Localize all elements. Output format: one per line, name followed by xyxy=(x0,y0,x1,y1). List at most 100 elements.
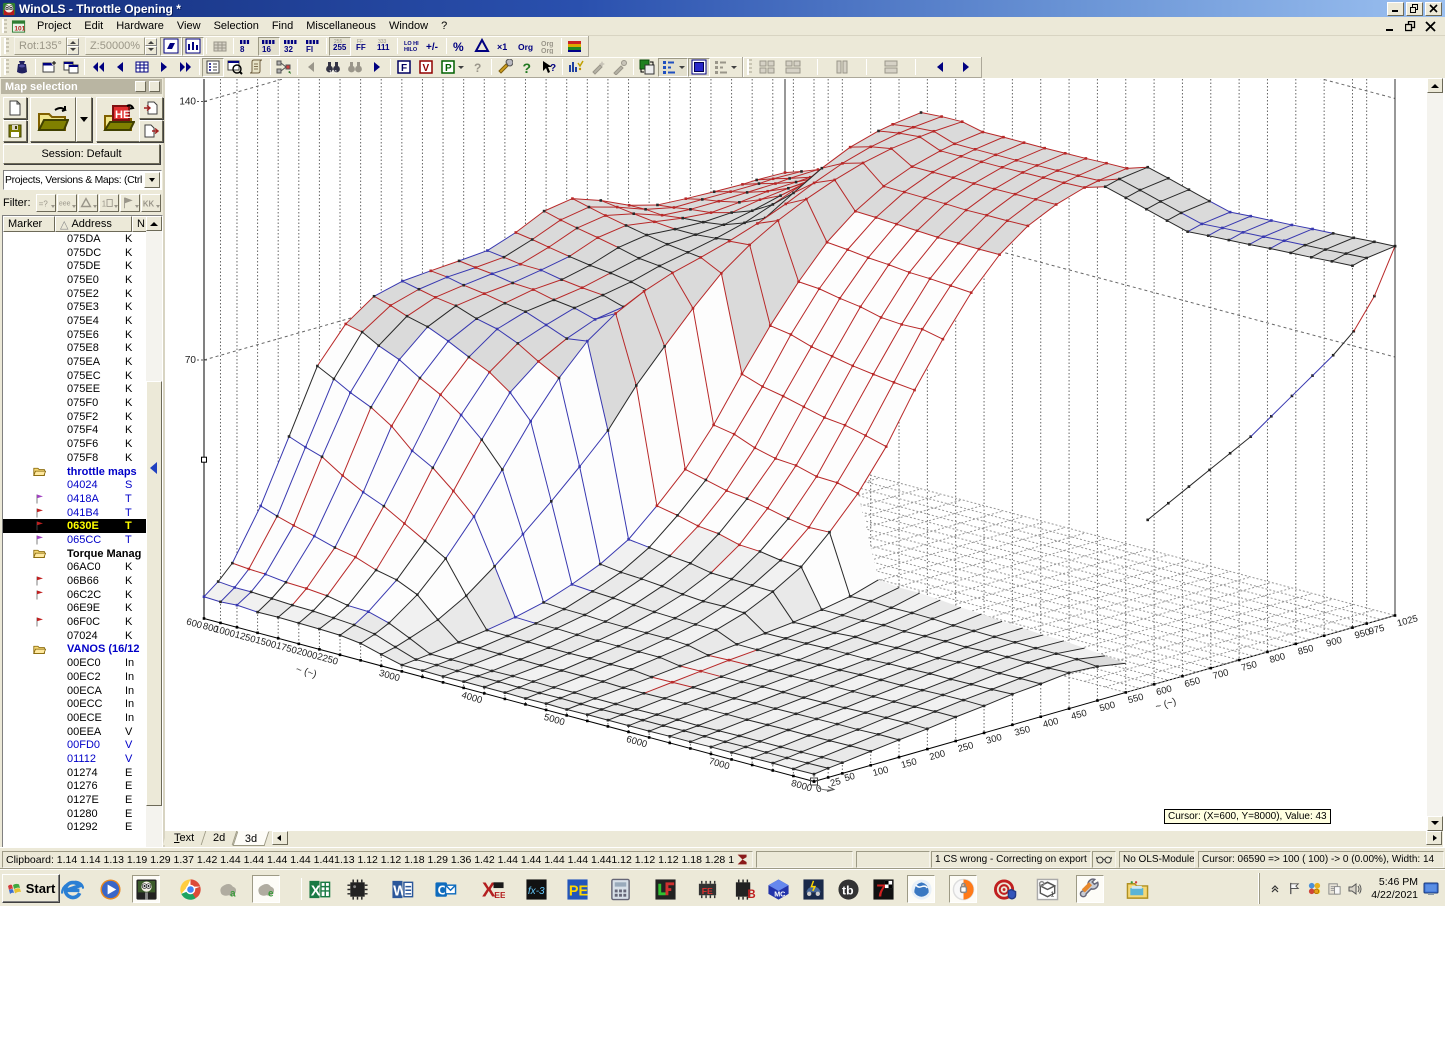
maps-combo[interactable]: Projects, Versions & Maps: (Ctrl xyxy=(3,170,162,190)
next-diff-button[interactable] xyxy=(955,58,977,77)
script-button[interactable] xyxy=(246,58,268,77)
map-list-row[interactable]: 075F2 K xyxy=(3,410,148,424)
mdi-close-button[interactable] xyxy=(1423,20,1437,33)
filter-flag-button[interactable] xyxy=(120,194,140,212)
project-button[interactable]: P xyxy=(437,58,467,77)
filter-delta-button[interactable] xyxy=(78,194,98,212)
show-desktop-icon[interactable] xyxy=(1423,880,1441,898)
map-list-row[interactable]: 075EA K xyxy=(3,355,148,369)
map-list-row[interactable]: 075F8 K xyxy=(3,451,148,465)
panel-close-button[interactable] xyxy=(149,81,160,92)
overlay-button[interactable] xyxy=(710,58,740,77)
map-list-row[interactable]: 065CC T xyxy=(3,533,148,547)
toolbar-grip[interactable] xyxy=(4,59,9,75)
windows-button[interactable] xyxy=(60,58,82,77)
map-list-row[interactable]: 01274 E xyxy=(3,766,148,780)
taskbar-icon-excel[interactable]: X xyxy=(307,877,331,901)
tray-caret-up-icon[interactable] xyxy=(1266,880,1283,897)
split-h-button[interactable] xyxy=(756,58,778,77)
menu-?[interactable]: ? xyxy=(435,18,454,35)
list-scroll-up[interactable] xyxy=(146,216,162,231)
signed-button[interactable]: +/- xyxy=(422,37,444,56)
taskbar-icon-evc-a1[interactable]: a xyxy=(216,877,240,901)
menubar-grip[interactable] xyxy=(2,18,7,34)
first-map-button[interactable] xyxy=(87,58,109,77)
map-list-row[interactable]: 075F0 K xyxy=(3,396,148,410)
grid-button[interactable] xyxy=(209,37,231,56)
map-list-row[interactable]: 075EC K xyxy=(3,369,148,383)
3d-view-button[interactable] xyxy=(688,57,710,77)
hex-button[interactable]: FF FF xyxy=(351,37,373,56)
hexdump-button[interactable] xyxy=(11,58,33,77)
map-list-row[interactable]: 075F4 K xyxy=(3,424,148,438)
8bit-button[interactable]: 8 xyxy=(236,37,258,56)
map-list-row[interactable]: 00FD0 V xyxy=(3,738,148,752)
delta-button[interactable] xyxy=(471,37,493,56)
16bit-button[interactable]: 16 xyxy=(258,36,281,56)
forward-button[interactable] xyxy=(366,58,388,77)
map-list-row[interactable]: 01292 E xyxy=(3,821,148,835)
wizard2-button[interactable] xyxy=(609,58,631,77)
map-list-row[interactable]: 06C2C K xyxy=(3,588,148,602)
taskbar-icon-seven[interactable]: 7 xyxy=(871,877,895,901)
mdi-minimize-button[interactable] xyxy=(1383,20,1397,33)
map-list-row[interactable]: 01112 V xyxy=(3,752,148,766)
taskbar-icon-smc[interactable]: MC xyxy=(766,877,790,901)
taskbar-icon-outlook[interactable]: O xyxy=(433,877,457,901)
spin-up-button[interactable] xyxy=(145,37,158,46)
map-list-row[interactable]: 075E0 K xyxy=(3,273,148,287)
lohi-button[interactable]: LO HI HILO xyxy=(400,37,422,56)
map-list-row[interactable]: 00ECE In xyxy=(3,711,148,725)
plot-scroll-down[interactable] xyxy=(1427,816,1443,831)
org-button[interactable]: Org xyxy=(515,37,537,56)
taskbar-icon-pe[interactable]: PE xyxy=(565,877,589,901)
taskbar-icon-gdata[interactable] xyxy=(993,877,1017,901)
binary-button[interactable]: 111 333 xyxy=(373,37,395,56)
taskbar-icon-chip-b[interactable]: B xyxy=(732,877,756,901)
tray-speaker-icon[interactable] xyxy=(1346,880,1363,897)
taskbar-icon-fx3[interactable]: fx-3 xyxy=(524,877,548,901)
map-list-row[interactable]: 00ECC In xyxy=(3,697,148,711)
open-dropdown-button[interactable] xyxy=(76,97,92,142)
filter-kk-button[interactable]: KK xyxy=(141,194,161,212)
help-gray-button[interactable]: ? xyxy=(467,58,489,77)
swap-button[interactable] xyxy=(636,58,658,77)
map-list-row[interactable]: 075E4 K xyxy=(3,314,148,328)
map-list-row[interactable]: 06E9E K xyxy=(3,602,148,616)
spin-down-button[interactable] xyxy=(145,46,158,55)
menu-view[interactable]: View xyxy=(171,18,208,35)
menu-edit[interactable]: Edit xyxy=(78,18,110,35)
2d-view-button[interactable] xyxy=(658,57,688,77)
new-window-button[interactable] xyxy=(38,58,60,77)
taskbar-icon-media-player[interactable] xyxy=(98,877,122,901)
zoom-spinner-arrows[interactable] xyxy=(145,37,158,55)
taskbar-icon-xee[interactable]: X EE xyxy=(481,877,505,901)
taskbar-icon-ie[interactable] xyxy=(60,877,84,901)
save-button[interactable] xyxy=(3,120,27,142)
taskbar-icon-folder-fax[interactable] xyxy=(1125,877,1149,901)
map-list-row[interactable]: 01276 E xyxy=(3,780,148,794)
split-v-button[interactable] xyxy=(831,58,853,77)
tray-notes-icon[interactable] xyxy=(1326,880,1343,897)
split-4-button[interactable] xyxy=(782,58,804,77)
map-list-row[interactable]: 075DE K xyxy=(3,259,148,273)
close-button[interactable] xyxy=(1425,1,1442,16)
tab-scroll-left[interactable] xyxy=(271,831,288,845)
taskbar-icon-calculator[interactable] xyxy=(608,877,632,901)
column-marker[interactable]: Marker xyxy=(3,216,55,232)
tray-balls-icon[interactable] xyxy=(1306,880,1323,897)
freeze-button[interactable]: F xyxy=(393,58,415,77)
restore-button[interactable] xyxy=(1406,1,1423,16)
toolbar-grip[interactable] xyxy=(4,38,9,54)
float-button[interactable]: Fl xyxy=(302,37,324,56)
decimal-button[interactable]: 255 255 xyxy=(329,36,352,56)
map-list-row[interactable]: 075E3 K xyxy=(3,300,148,314)
map-list-row[interactable]: 075DA K xyxy=(3,232,148,246)
plot-scroll-up[interactable] xyxy=(1427,78,1443,93)
map-list-row[interactable]: 0418A T xyxy=(3,492,148,506)
orgorg-button[interactable]: Org Org xyxy=(537,37,559,56)
tab-3d[interactable]: 3d xyxy=(233,831,271,846)
import-button[interactable]: HE xyxy=(96,97,142,142)
minimize-button[interactable] xyxy=(1387,1,1404,16)
filter-text-button[interactable]: eee xyxy=(57,194,77,212)
